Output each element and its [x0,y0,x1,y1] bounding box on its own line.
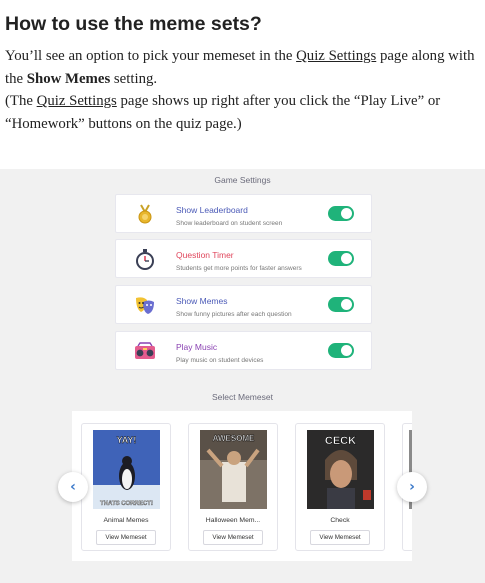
text: You’ll see an option to pick your memese… [5,48,297,64]
text: setting. [110,70,158,87]
halloween-meme-thumbnail: AWESOME [200,430,267,509]
show-memes-toggle[interactable] [328,297,354,312]
setting-title: Play Music [176,342,218,352]
memeset-card-animal[interactable]: YAY! THATS CORRECT! Animal Memes View Me… [81,423,171,551]
setting-subtitle: Show funny pictures after each question [176,311,292,318]
check-meme-thumbnail: CECK [307,430,374,509]
view-memeset-button[interactable]: View Memeset [310,530,370,545]
top-caption: AWESOME [213,434,255,443]
view-memeset-button[interactable]: View Memeset [96,530,156,545]
paragraph-2: (The Quiz Settings page shows up right a… [5,90,477,135]
memeset-carousel: YAY! THATS CORRECT! Animal Memes View Me… [72,411,412,561]
game-settings-title: Game Settings [214,175,271,185]
theater-masks-icon [136,297,154,314]
view-memeset-button[interactable]: View Memeset [203,530,263,545]
select-memeset-title: Select Memeset [212,392,273,402]
play-music-toggle[interactable] [328,343,354,358]
setting-title: Question Timer [176,250,234,260]
boombox-icon [135,342,155,359]
chevron-right-icon: › [409,479,415,495]
paragraph-1: You’ll see an option to pick your memese… [5,45,477,90]
leaderboard-toggle[interactable] [328,206,354,221]
memeset-card-halloween[interactable]: AWESOME Halloween Mem... View Memeset [188,423,278,551]
setting-title: Show Leaderboard [176,205,248,215]
question-timer-toggle[interactable] [328,251,354,266]
quiz-settings-link[interactable]: Quiz Settings [296,48,376,64]
chevron-left-icon: ‹ [70,479,76,495]
carousel-prev-button[interactable]: ‹ [58,472,88,502]
memeset-card-check[interactable]: CECK Check View Memeset [295,423,385,551]
setting-question-timer: Question Timer Students get more points … [115,239,372,278]
memeset-name: Check [330,517,350,524]
article-body: You’ll see an option to pick your memese… [5,45,477,135]
setting-play-music: Play Music Play music on student devices [115,331,372,370]
top-caption: CECK [325,435,356,447]
bottom-caption: THATS CORRECT! [100,501,153,507]
memeset-name: Animal Memes [103,517,149,524]
medal-icon [138,204,152,224]
carousel-next-button[interactable]: › [397,472,427,502]
setting-show-leaderboard: Show Leaderboard Show leaderboard on stu… [115,194,372,233]
animal-meme-thumbnail: YAY! THATS CORRECT! [93,430,160,509]
stopwatch-icon [136,249,154,270]
quiz-settings-link-2[interactable]: Quiz Settings [37,93,117,109]
setting-title: Show Memes [176,296,228,306]
quiz-settings-screenshot: Game Settings Show Leaderboard Show lead… [0,169,485,583]
article-heading: How to use the meme sets? [5,13,262,35]
setting-subtitle: Show leaderboard on student screen [176,220,283,227]
text: (The [5,93,37,110]
setting-subtitle: Students get more points for faster answ… [176,265,302,272]
top-caption: YAY! [117,435,137,445]
memeset-name: Halloween Mem... [205,517,261,524]
setting-show-memes: Show Memes Show funny pictures after eac… [115,285,372,324]
show-memes-bold: Show Memes [26,70,111,87]
setting-subtitle: Play music on student devices [176,357,264,364]
